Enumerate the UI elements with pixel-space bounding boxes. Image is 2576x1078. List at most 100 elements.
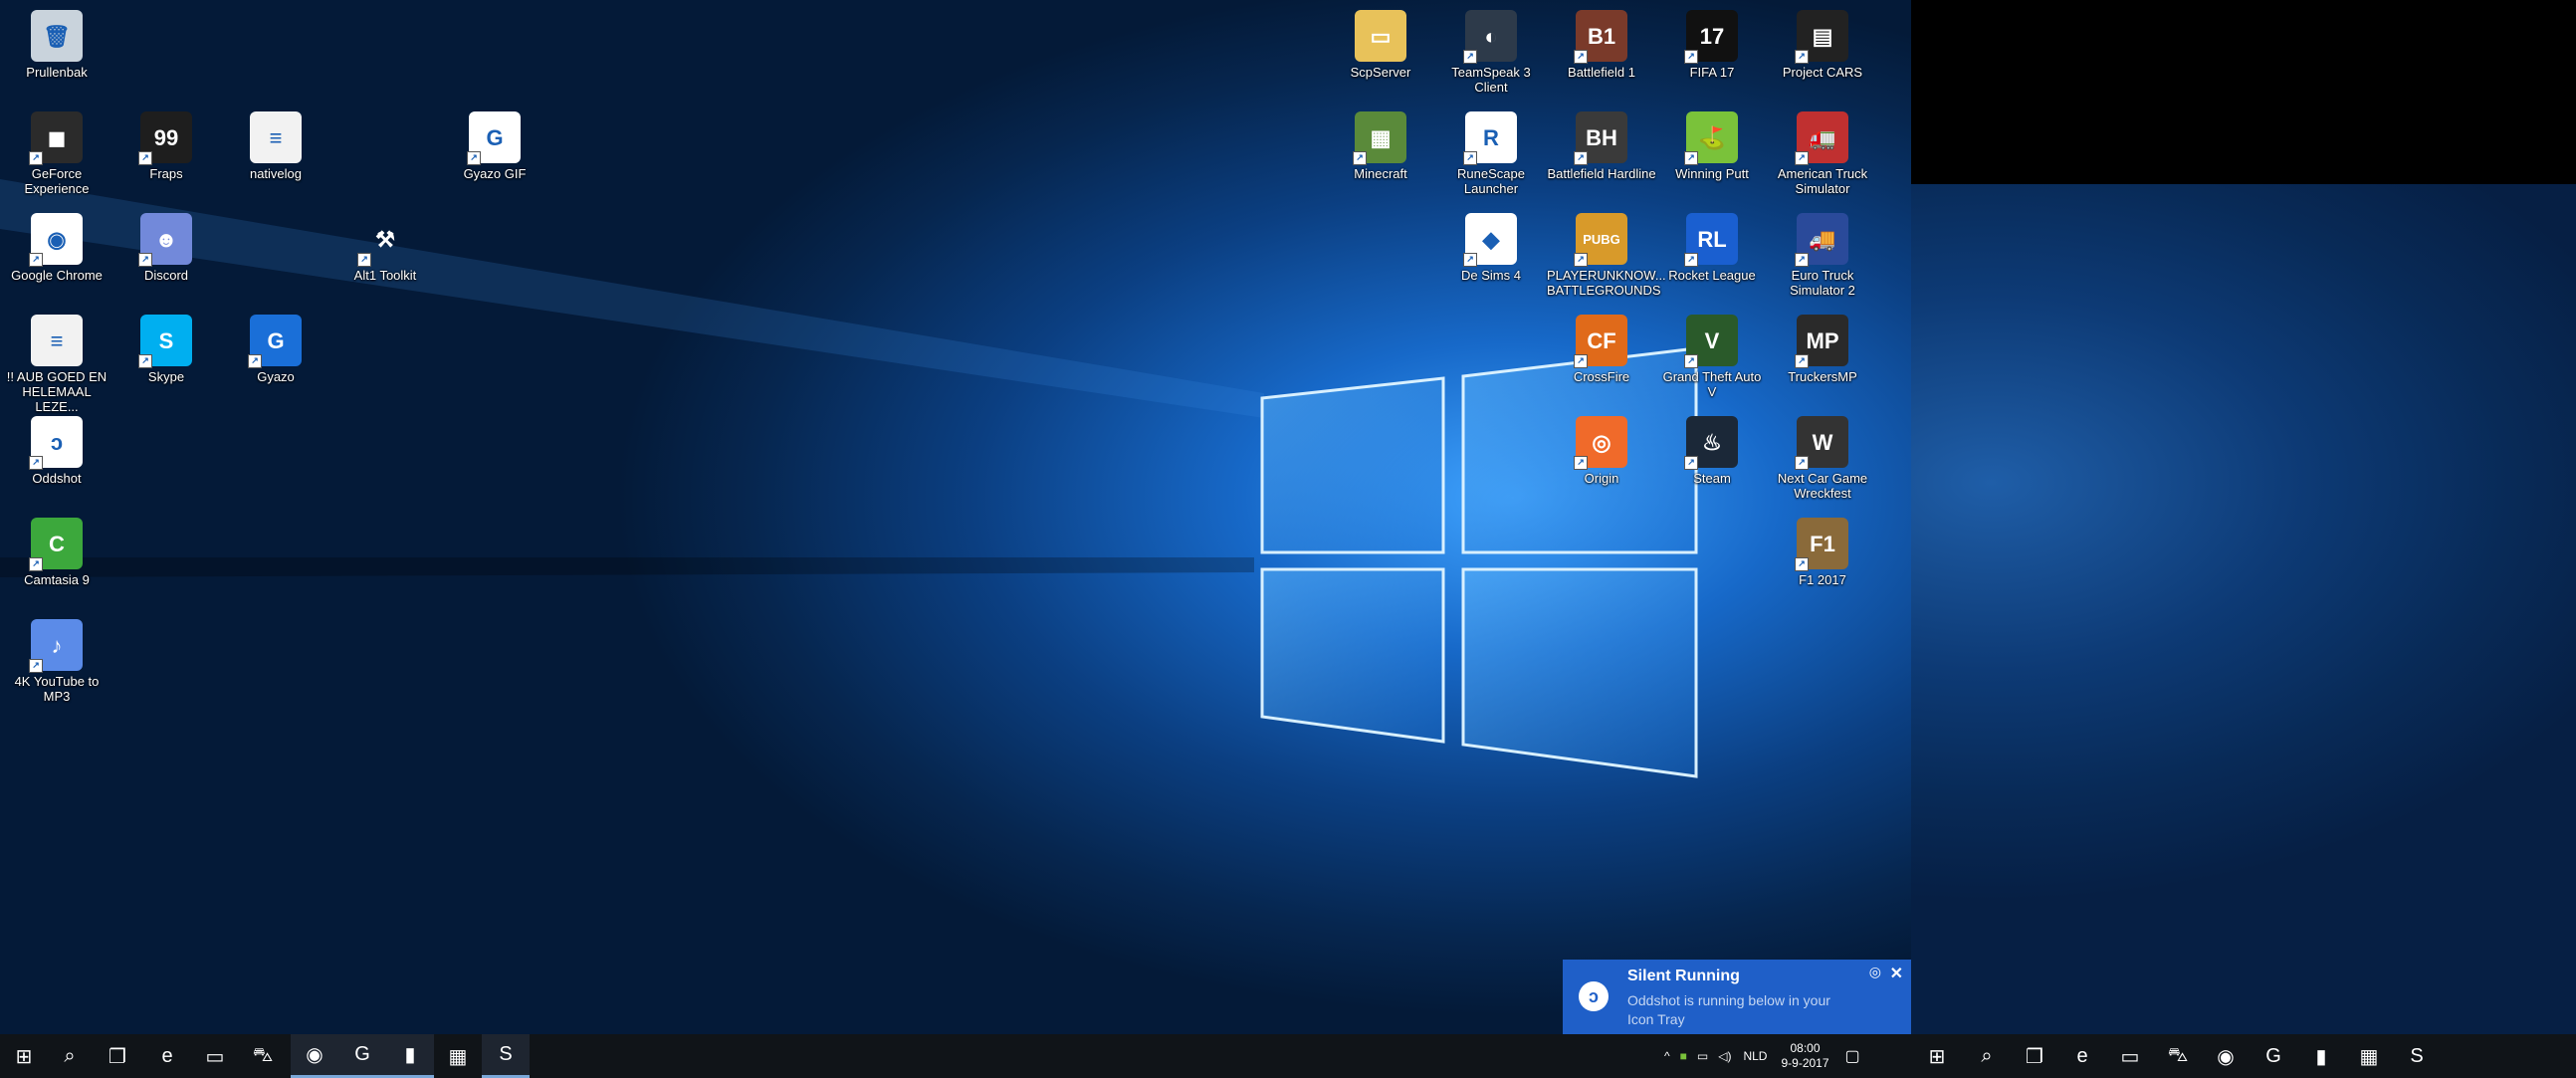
desktop-shortcut-label: PLAYERUNKNOW... BATTLEGROUNDS [1547, 268, 1666, 298]
file-explorer-icon[interactable]: ▭ [191, 1034, 239, 1078]
shortcut-arrow-icon: ↗ [1574, 151, 1588, 165]
desktop-shortcut[interactable]: ◉ ↗ Google Chrome [2, 213, 111, 283]
search-icon[interactable]: ⌕ [1963, 1034, 2011, 1078]
desktop-shortcut-label: !! AUB GOED EN HELEMAAL LEZE... [6, 369, 107, 414]
desktop-shortcut[interactable]: ◐ ↗ TeamSpeak 3 Client [1436, 10, 1546, 95]
hide-eye-icon[interactable]: ◎ [1869, 964, 1881, 980]
skype-taskbar-icon[interactable]: S [2393, 1034, 2441, 1078]
desktop-shortcut[interactable]: ◆ ↗ De Sims 4 [1436, 213, 1546, 283]
desktop-shortcut[interactable]: ▭ ScpServer [1326, 10, 1435, 80]
camtasia-icon: C ↗ [29, 518, 83, 571]
project-cars-icon: ▤ ↗ [1795, 10, 1848, 64]
task-view-icon[interactable]: ❐ [2011, 1034, 2058, 1078]
desktop-shortcut-label: De Sims 4 [1461, 268, 1521, 283]
skype-taskbar-icon[interactable]: S [482, 1034, 530, 1078]
shortcut-arrow-icon: ↗ [1795, 354, 1809, 368]
desktop-shortcut[interactable]: 99 ↗ Fraps [111, 111, 221, 181]
clock[interactable]: 08:00 9-9-2017 [1781, 1041, 1828, 1071]
desktop-shortcut[interactable]: W ↗ Next Car Game Wreckfest [1768, 416, 1877, 501]
desktop-shortcut[interactable]: G ↗ Gyazo GIF [440, 111, 549, 181]
shortcut-arrow-icon: ↗ [1574, 354, 1588, 368]
chevron-up-icon[interactable]: ^ [1664, 1049, 1670, 1063]
desktop-shortcut[interactable]: ≡ nativelog [221, 111, 330, 181]
desktop-shortcut[interactable]: 17 ↗ FIFA 17 [1657, 10, 1767, 80]
desktop-shortcut[interactable]: 🚛 ↗ American Truck Simulator [1768, 111, 1877, 196]
shortcut-arrow-icon: ↗ [1463, 151, 1477, 165]
volume-icon[interactable]: ◁) [1718, 1049, 1731, 1063]
f1-2017-icon: F1 ↗ [1795, 518, 1848, 571]
desktop-shortcut[interactable]: ◎ ↗ Origin [1547, 416, 1656, 486]
desktop-shortcut-label: Google Chrome [11, 268, 103, 283]
desktop-shortcut-label: Gyazo GIF [463, 166, 527, 181]
store-icon[interactable]: ⛍ [239, 1034, 287, 1078]
shortcut-arrow-icon: ↗ [1684, 50, 1698, 64]
desktop-shortcut[interactable]: ↄ ↗ Oddshot [2, 416, 111, 486]
desktop-shortcut[interactable]: BH ↗ Battlefield Hardline [1547, 111, 1656, 181]
calculator-icon[interactable]: ▦ [434, 1034, 482, 1078]
shortcut-arrow-icon: ↗ [1795, 151, 1809, 165]
desktop-shortcut-label: Steam [1693, 471, 1731, 486]
wreckfest-icon: W ↗ [1795, 416, 1848, 470]
desktop-shortcut[interactable]: ⚒ ↗ Alt1 Toolkit [330, 213, 440, 283]
desktop-shortcut[interactable]: PUBG ↗ PLAYERUNKNOW... BATTLEGROUNDS [1547, 213, 1666, 298]
desktop-shortcut[interactable]: ▦ ↗ Minecraft [1326, 111, 1435, 181]
search-icon[interactable]: ⌕ [46, 1034, 94, 1078]
chrome-taskbar-icon[interactable]: ◉ [2202, 1034, 2250, 1078]
notification-toast[interactable]: ↄ Silent Running Oddshot is running belo… [1563, 960, 1911, 1034]
desktop-shortcut[interactable]: MP ↗ TruckersMP [1768, 315, 1877, 384]
youtube-mp3-icon: ♪ ↗ [29, 619, 83, 673]
desktop-shortcut-label: American Truck Simulator [1777, 166, 1868, 196]
desktop-shortcut[interactable]: ♨ ↗ Steam [1657, 416, 1767, 486]
shortcut-arrow-icon: ↗ [138, 151, 152, 165]
desktop-shortcut[interactable]: C ↗ Camtasia 9 [2, 518, 111, 587]
close-icon[interactable]: ✕ [1890, 964, 1903, 983]
system-tray: ^ ■ ▭ ◁) NLD 08:00 9-9-2017 ▢ [1664, 1034, 1860, 1078]
desktop-shortcut[interactable]: R ↗ RuneScape Launcher [1436, 111, 1546, 196]
desktop-shortcut[interactable]: RL ↗ Rocket League [1657, 213, 1767, 283]
desktop-shortcut[interactable]: CF ↗ CrossFire [1547, 315, 1656, 384]
chrome-taskbar-icon[interactable]: ◉ [291, 1034, 338, 1078]
edge-icon[interactable]: e [2058, 1034, 2106, 1078]
shortcut-arrow-icon: ↗ [1795, 253, 1809, 267]
gyazo-taskbar-icon[interactable]: G [2250, 1034, 2297, 1078]
start-button[interactable]: ⊞ [0, 1034, 48, 1078]
steam-icon: ♨ ↗ [1684, 416, 1738, 470]
action-center-icon[interactable]: ▢ [1845, 1046, 1860, 1066]
gyazo-taskbar-icon[interactable]: G [338, 1034, 386, 1078]
desktop-shortcut-label: 4K YouTube to MP3 [14, 674, 100, 704]
desktop-shortcut[interactable]: 🗑 Prullenbak [2, 10, 111, 80]
desktop-shortcut[interactable]: ◼ ↗ GeForce Experience [2, 111, 111, 196]
shortcut-arrow-icon: ↗ [1574, 50, 1588, 64]
desktop-shortcut[interactable]: ♪ ↗ 4K YouTube to MP3 [2, 619, 111, 704]
audio-meter-icon[interactable]: ▮ [2297, 1034, 2345, 1078]
shortcut-arrow-icon: ↗ [1795, 50, 1809, 64]
desktop-shortcut[interactable]: F1 ↗ F1 2017 [1768, 518, 1877, 587]
desktop-shortcut[interactable]: ⛳ ↗ Winning Putt [1657, 111, 1767, 181]
desktop-shortcut[interactable]: ≡!! AUB GOED EN HELEMAAL LEZE... [2, 315, 111, 414]
network-icon[interactable]: ▭ [1697, 1049, 1708, 1063]
tray-app-icon[interactable]: ■ [1680, 1049, 1687, 1063]
shortcut-arrow-icon: ↗ [248, 354, 262, 368]
pubg-icon: PUBG ↗ [1574, 213, 1627, 267]
desktop-shortcut[interactable]: G ↗ Gyazo [221, 315, 330, 384]
edge-icon[interactable]: e [143, 1034, 191, 1078]
desktop-shortcut[interactable]: B1 ↗ Battlefield 1 [1547, 10, 1656, 80]
audio-meter-icon[interactable]: ▮ [386, 1034, 434, 1078]
pickaxe-icon: ⚒ ↗ [357, 213, 411, 267]
desktop-secondary-monitor [1911, 184, 2576, 1078]
desktop-shortcut-label: Alt1 Toolkit [353, 268, 417, 283]
desktop-shortcut[interactable]: ▤ ↗ Project CARS [1768, 10, 1877, 80]
store-icon[interactable]: ⛍ [2154, 1034, 2202, 1078]
desktop-shortcut[interactable]: 🚚 ↗ Euro Truck Simulator 2 [1768, 213, 1877, 298]
task-view-icon[interactable]: ❐ [94, 1034, 141, 1078]
calculator-icon[interactable]: ▦ [2345, 1034, 2393, 1078]
skype-icon: S ↗ [138, 315, 192, 368]
start-button[interactable]: ⊞ [1913, 1034, 1961, 1078]
desktop-shortcut[interactable]: V ↗ Grand Theft Auto V [1657, 315, 1767, 399]
desktop-shortcut[interactable]: S ↗ Skype [111, 315, 221, 384]
desktop-shortcut[interactable]: ☻ ↗ Discord [111, 213, 221, 283]
desktop-shortcut-label: RuneScape Launcher [1457, 166, 1525, 196]
file-explorer-icon[interactable]: ▭ [2106, 1034, 2154, 1078]
desktop-shortcut-label: Grand Theft Auto V [1662, 369, 1762, 399]
language-indicator[interactable]: NLD [1743, 1049, 1767, 1063]
